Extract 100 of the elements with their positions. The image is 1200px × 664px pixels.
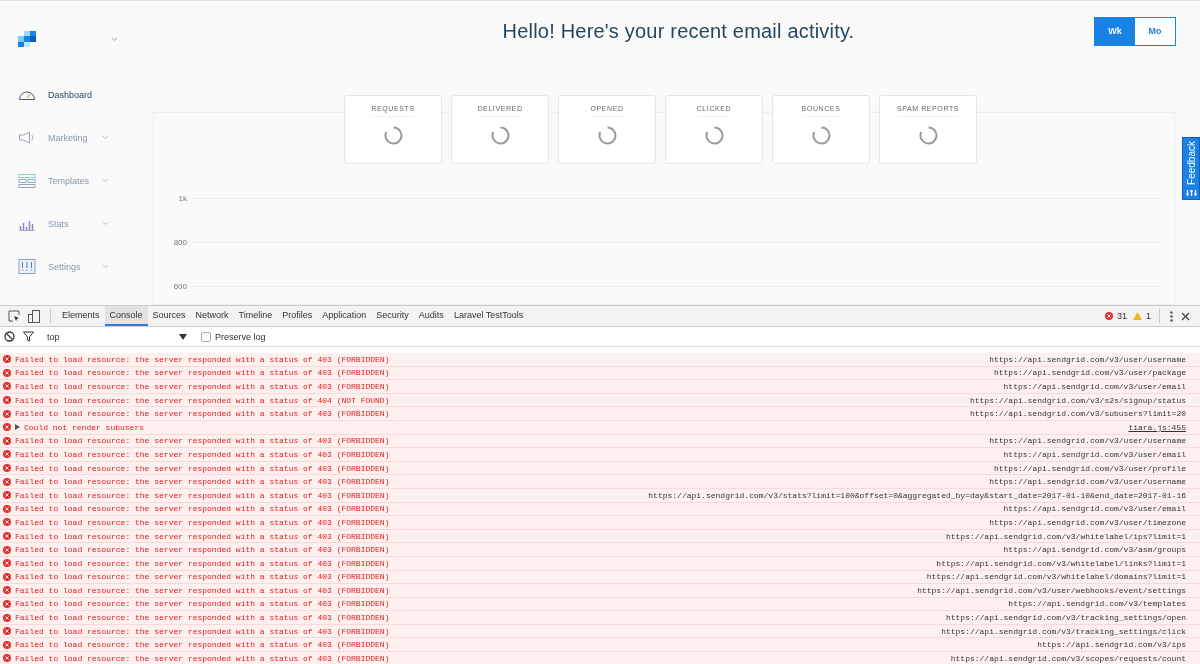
console-message: Failed to load resource: the server responded with a status of 403 (FORBIDDEN) <box>15 572 390 582</box>
error-icon <box>3 586 11 595</box>
resource-url: https://api.sendgrid.com/v3/stats?limit=100&offset=0&aggregated_by=day&start_date=2017-01-10&end_date=2017-01-16 <box>648 490 1186 500</box>
checkbox-label[interactable]: Preserve log <box>215 331 266 342</box>
period-button[interactable]: Wk <box>1095 17 1135 45</box>
console-message: Failed to load resource: the server responded with a status of 403 (FORBIDDEN) <box>15 490 390 500</box>
console-message: Failed to load resource: the server responded with a status of 403 (FORBIDDEN) <box>15 545 390 555</box>
nav-item[interactable]: Dashboard <box>48 89 101 100</box>
clear-icon[interactable] <box>4 331 15 342</box>
resource-url: https://api.sendgrid.com/v3/whitelabel/domains?limit=1 <box>926 572 1186 582</box>
resource-url: https://api.sendgrid.com/v3/user/timezone <box>989 517 1186 527</box>
error-icon <box>3 368 11 377</box>
console-message: Failed to load resource: the server responded with a status of 403 (FORBIDDEN) <box>15 517 390 527</box>
error-icon <box>3 355 11 364</box>
warning-icon <box>1133 312 1142 320</box>
checkbox[interactable] <box>201 331 211 342</box>
resource-url: https://api.sendgrid.com/v3/user/email <box>1003 449 1186 459</box>
resource-url: https://api.sendgrid.com/v3/user/username <box>989 354 1186 364</box>
feedback-tab[interactable]: Feedback <box>1182 137 1200 200</box>
devtools-tab[interactable]: Profiles <box>277 306 318 326</box>
error-icon <box>3 654 11 663</box>
console-message: Failed to load resource: the server responded with a status of 403 (FORBIDDEN) <box>15 599 390 609</box>
console-message: Failed to load resource: the server responded with a status of 403 (FORBIDDEN) <box>15 613 390 623</box>
layout-icon <box>18 173 36 188</box>
console-message: Failed to load resource: the server responded with a status of 403 (FORBIDDEN) <box>15 409 390 419</box>
resource-url: https://api.sendgrid.com/v3/user/email <box>1003 382 1186 391</box>
resource-url: https://api.sendgrid.com/v3/user/username <box>989 436 1186 446</box>
sliders-icon <box>1185 189 1197 197</box>
filter-icon[interactable] <box>23 331 34 342</box>
inspect-icon[interactable] <box>8 310 20 322</box>
error-icon <box>3 477 11 486</box>
error-icon <box>3 613 11 622</box>
axis-label: 600 <box>172 282 187 292</box>
error-icon <box>3 572 11 581</box>
period-button[interactable]: Mo <box>1135 17 1175 45</box>
console-message: Failed to load resource: the server responded with a status of 403 (FORBIDDEN) <box>15 436 390 446</box>
console-message: Failed to load resource: the server responded with a status of 403 (FORBIDDEN) <box>15 640 390 650</box>
resource-url: https://api.sendgrid.com/v3/user/webhooks/event/settings <box>917 585 1186 595</box>
resource-url: https://api.sendgrid.com/v3/user/email <box>1003 504 1186 514</box>
error-icon <box>3 518 11 527</box>
console-message: Failed to load resource: the server responded with a status of 403 (FORBIDDEN) <box>15 504 390 514</box>
device-icon[interactable] <box>28 309 40 323</box>
console-message: Failed to load resource: the server responded with a status of 403 (FORBIDDEN) <box>15 626 390 636</box>
context-select[interactable]: top <box>47 331 187 342</box>
resource-url: https://api.sendgrid.com/v3/ips <box>1037 640 1186 650</box>
error-icon <box>3 504 11 513</box>
console-message: Failed to load resource: the server responded with a status of 403 (FORBIDDEN) <box>15 477 390 487</box>
devtools-tab[interactable]: Application <box>317 306 372 326</box>
console-message: Failed to load resource: the server responded with a status of 404 (NOT FOUND) <box>15 395 390 405</box>
devtools-tab[interactable]: Laravel TestTools <box>448 306 529 326</box>
error-icon <box>3 409 11 418</box>
error-icon <box>3 545 11 554</box>
console-message: Could not render subusers <box>24 422 145 432</box>
resource-url: https://api.sendgrid.com/v3/asm/groups <box>1003 545 1186 555</box>
error-icon <box>3 640 11 649</box>
devtools-tab[interactable]: Timeline <box>233 306 278 326</box>
devtools-tab[interactable]: Elements <box>57 306 105 326</box>
resource-url: https://api.sendgrid.com/v3/scopes/requests/count <box>950 653 1186 663</box>
sliders-icon <box>18 259 36 274</box>
resource-url: https://api.sendgrid.com/v3/user/profile <box>993 463 1186 473</box>
axis-label: 1k <box>177 194 187 204</box>
error-icon <box>3 627 11 636</box>
console-message: Failed to load resource: the server responded with a status of 403 (FORBIDDEN) <box>15 368 390 378</box>
console-message: Failed to load resource: the server responded with a status of 403 (FORBIDDEN) <box>15 558 390 568</box>
resource-url: https://api.sendgrid.com/v3/s2s/signup/status <box>969 395 1186 405</box>
devtools-tab[interactable]: Network <box>190 306 234 326</box>
devtools-tab[interactable]: Console <box>104 306 148 326</box>
error-icon <box>3 532 11 540</box>
console-message: Failed to load resource: the server responded with a status of 403 (FORBIDDEN) <box>15 463 390 473</box>
caret-icon[interactable] <box>179 333 187 340</box>
close-icon[interactable] <box>1181 311 1190 321</box>
page-title: Hello! Here's your recent email activity. <box>501 19 856 43</box>
devtools-tab[interactable]: Sources <box>147 306 191 326</box>
error-icon <box>3 436 11 445</box>
error-count[interactable]: 31 <box>1116 311 1127 321</box>
resource-url: https://api.sendgrid.com/v3/whitelabel/links?limit=1 <box>936 558 1186 568</box>
error-icon <box>3 559 11 568</box>
resource-url: https://api.sendgrid.com/v3/whitelabel/ips?limit=1 <box>945 531 1186 541</box>
resource-url: https://api.sendgrid.com/v3/user/username <box>989 477 1186 487</box>
resource-url: https://api.sendgrid.com/v3/templates <box>1008 599 1186 609</box>
source-link[interactable]: tiara.js:455 <box>1128 422 1186 432</box>
warning-count[interactable]: 1 <box>1146 311 1151 321</box>
resource-url: https://api.sendgrid.com/v3/tracking_settings/open <box>945 613 1186 623</box>
console-message: Failed to load resource: the server responded with a status of 403 (FORBIDDEN) <box>15 653 390 663</box>
expand-triangle-icon[interactable] <box>15 424 20 431</box>
error-icon <box>3 382 11 391</box>
logo-icon[interactable] <box>18 31 36 47</box>
error-icon <box>3 464 11 473</box>
devtools-tab[interactable]: Audits <box>413 306 449 326</box>
resource-url: https://api.sendgrid.com/v3/user/package <box>993 368 1186 378</box>
error-icon <box>3 396 11 405</box>
error-icon <box>1104 312 1113 320</box>
axis-label: 800 <box>172 238 187 248</box>
console-message: Failed to load resource: the server responded with a status of 403 (FORBIDDEN) <box>15 382 390 391</box>
more-icon[interactable] <box>1170 310 1173 322</box>
devtools-tab[interactable]: Security <box>371 306 414 326</box>
resource-url: https://api.sendgrid.com/v3/subusers?limit=20 <box>969 409 1186 419</box>
console-message: Failed to load resource: the server responded with a status of 403 (FORBIDDEN) <box>15 585 390 595</box>
resource-url: https://api.sendgrid.com/v3/tracking_settings/click <box>941 626 1186 636</box>
console-message: Failed to load resource: the server responded with a status of 403 (FORBIDDEN) <box>15 531 390 541</box>
